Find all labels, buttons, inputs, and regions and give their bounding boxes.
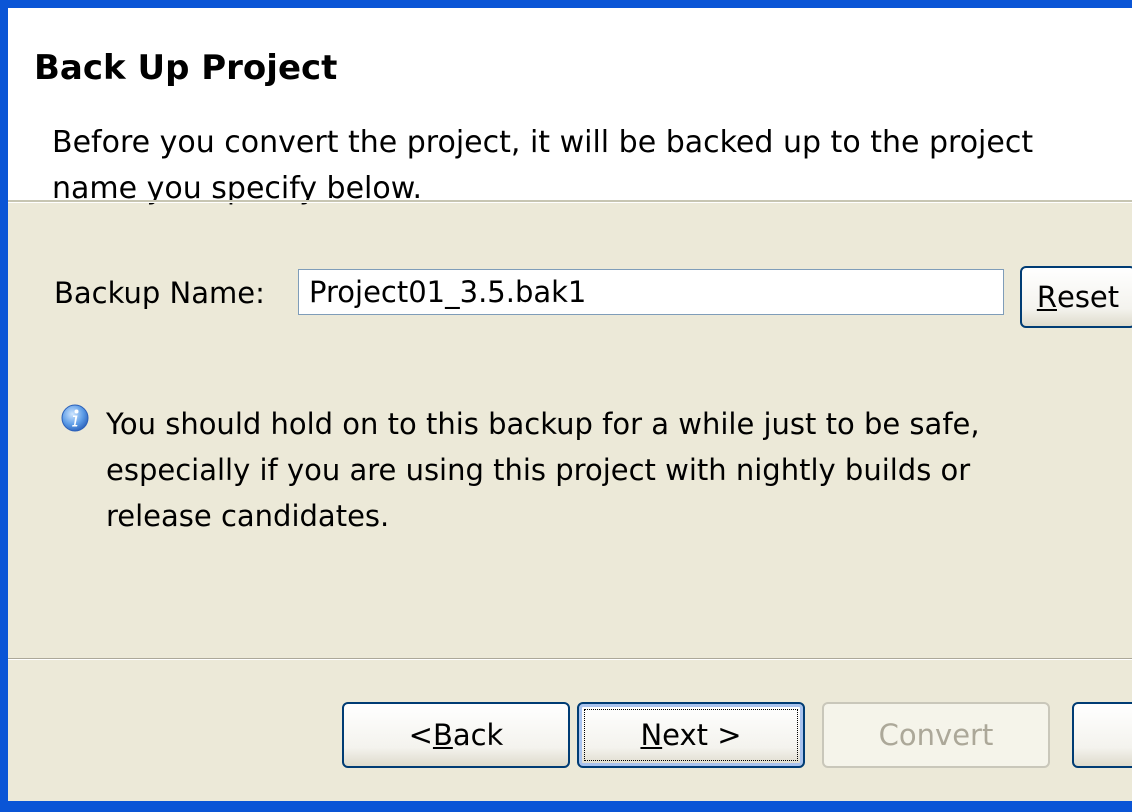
backup-project-dialog: Back Up Project Before you convert the p… [8,8,1132,801]
backup-advice-message: You should hold on to this backup for a … [106,407,980,533]
window-frame-top [0,0,1132,8]
next-button[interactable]: Next > [577,702,805,768]
next-focus-rect: Next > [584,709,798,761]
page-title: Back Up Project [34,48,338,88]
backup-name-label: Backup Name: [54,276,265,310]
convert-button[interactable]: Convert [822,702,1050,768]
reset-button[interactable]: Reset [1020,266,1132,328]
reset-mnemonic: R [1036,280,1057,314]
reset-label: eset [1056,280,1120,314]
page-description: Before you convert the project, it will … [52,125,1034,206]
back-mnemonic: B [432,718,453,752]
wizard-header: Back Up Project Before you convert the p… [8,8,1132,206]
next-label: ext > [662,718,742,752]
backup-name-input[interactable] [298,269,1004,315]
cancel-button-partial[interactable] [1072,702,1132,768]
window-frame-bottom [0,801,1132,812]
next-mnemonic: N [640,718,663,752]
header-divider [8,200,1132,203]
info-icon [61,404,89,432]
window-frame-left [0,0,8,812]
back-prefix: < [408,718,433,752]
footer-divider [8,658,1132,660]
back-label: ack [452,718,504,752]
back-button[interactable]: < Back [342,702,570,768]
